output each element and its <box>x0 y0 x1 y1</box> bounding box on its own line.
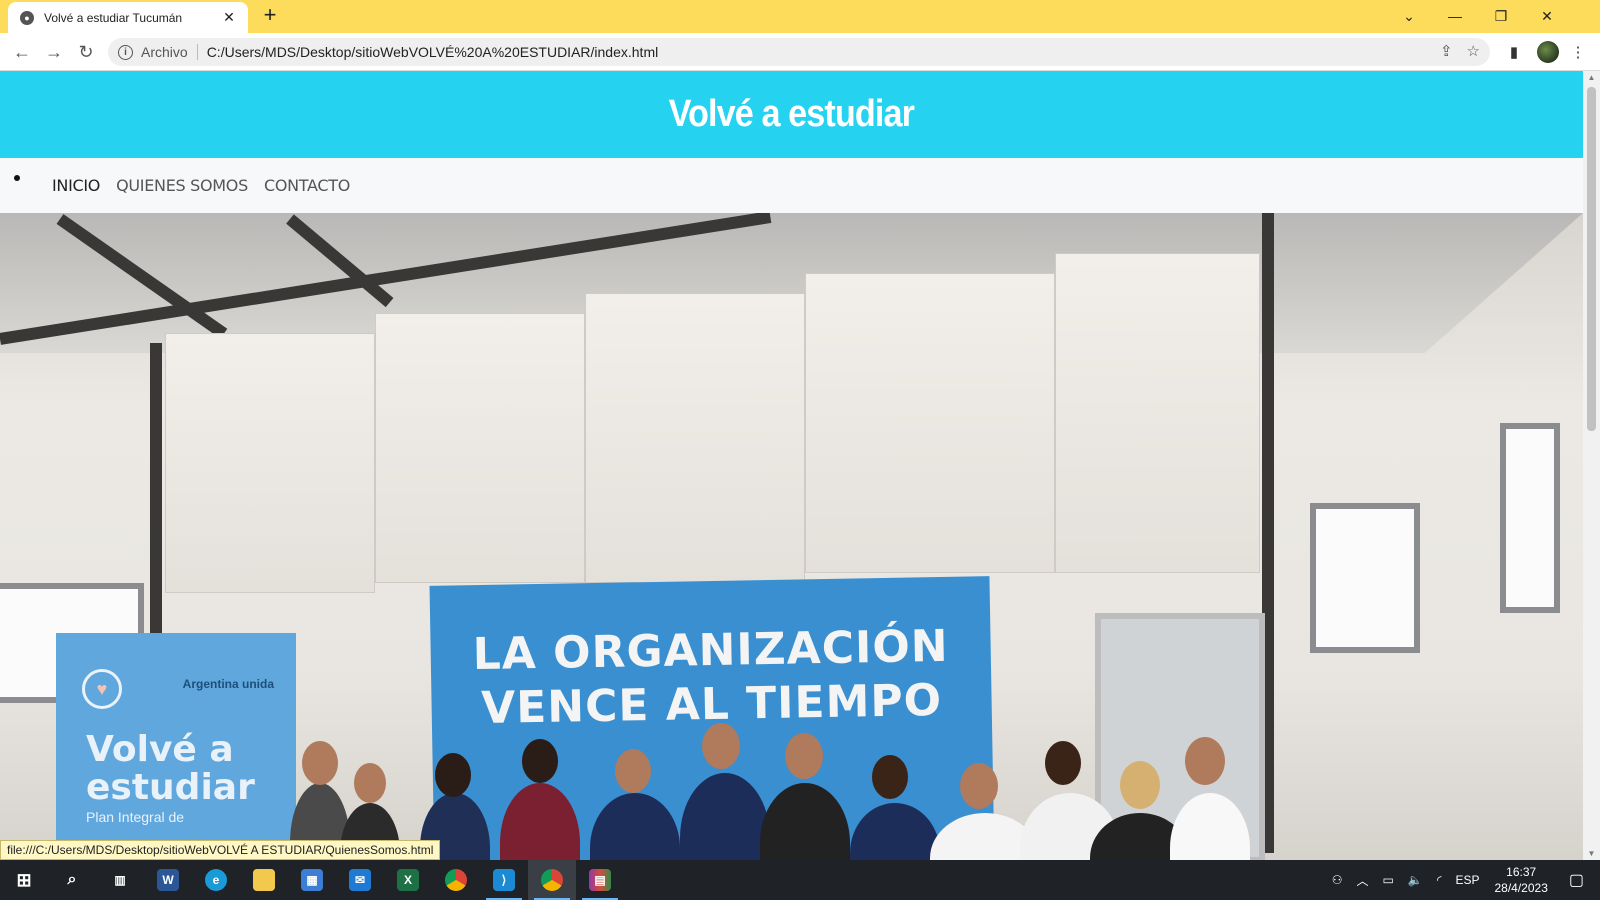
system-tray: ⚇ ︿ ▭ 🔈 ◜ ESP 16:37 28/4/2023 ▢ <box>1325 860 1600 900</box>
clock-date: 28/4/2023 <box>1494 881 1548 895</box>
taskbar-app-mail[interactable]: ✉ <box>336 860 384 900</box>
search-button[interactable]: ⌕ <box>48 860 96 900</box>
nav-link-inicio[interactable]: INICIO <box>52 176 100 195</box>
rollup-brand: Argentina unida <box>182 677 274 691</box>
hero-photo: LA ORGANIZACIÓN VENCE AL TIEMPO ♥ Argent… <box>0 213 1583 860</box>
store-icon: ▦ <box>301 869 323 891</box>
word-icon: W <box>157 869 179 891</box>
profile-avatar[interactable] <box>1536 40 1560 64</box>
rollup-title-line2: estudiar <box>86 767 255 808</box>
people-icon[interactable]: ⚇ <box>1332 873 1343 887</box>
volume-icon[interactable]: 🔈 <box>1408 873 1423 887</box>
minimize-button[interactable]: — <box>1432 0 1478 32</box>
photo-wall-panel <box>805 273 1055 573</box>
excel-icon: X <box>397 869 419 891</box>
side-panel-icon[interactable]: ▮ <box>1502 40 1526 64</box>
close-tab-icon[interactable]: ✕ <box>220 9 238 26</box>
url-separator <box>196 44 198 60</box>
rollup-subtitle: Plan Integral de <box>86 809 185 825</box>
notifications-icon[interactable]: ▢ <box>1569 870 1584 890</box>
restore-button[interactable]: ❐ <box>1478 0 1524 32</box>
windows-taskbar: ⊞ ⌕ ▥ W e ▦ ✉ X ⟩ ▤ ⚇ ︿ ▭ 🔈 ◜ ESP 16:37 … <box>0 860 1600 900</box>
task-view-button[interactable]: ▥ <box>96 860 144 900</box>
info-icon[interactable]: i <box>118 44 133 60</box>
photo-wall-panel <box>1055 253 1260 573</box>
search-icon: ⌕ <box>67 871 77 888</box>
photo-rollup-banner: ♥ Argentina unida Volvé a estudiar Plan … <box>56 633 296 860</box>
scroll-thumb[interactable] <box>1587 87 1596 431</box>
taskbar-app-chrome-profile[interactable] <box>528 860 576 900</box>
browser-titlebar: ● Volvé a estudiar Tucumán ✕ + ⌄ — ❐ ✕ <box>0 0 1600 33</box>
rollup-title-line1: Volvé a <box>86 729 234 770</box>
task-view-icon: ▥ <box>114 873 126 887</box>
site-nav: INICIO QUIENES SOMOS CONTACTO <box>0 158 1583 213</box>
share-icon[interactable]: ⇪ <box>1440 42 1453 60</box>
forward-button[interactable]: → <box>40 38 68 66</box>
taskbar-app-explorer[interactable] <box>240 860 288 900</box>
taskbar-app-excel[interactable]: X <box>384 860 432 900</box>
clock-time: 16:37 <box>1506 865 1537 879</box>
wifi-icon[interactable]: ◜ <box>1437 873 1442 887</box>
window-close-button[interactable]: ✕ <box>1524 0 1570 32</box>
photo-wall-panel <box>375 313 585 583</box>
clock[interactable]: 16:37 28/4/2023 <box>1494 864 1547 896</box>
page-viewport: Volvé a estudiar INICIO QUIENES SOMOS CO… <box>0 71 1583 860</box>
edge-icon: e <box>205 869 227 891</box>
bookmark-star-icon[interactable]: ☆ <box>1467 42 1480 60</box>
start-button[interactable]: ⊞ <box>0 860 48 900</box>
chrome-profile-icon <box>541 869 563 891</box>
windows-logo-icon: ⊞ <box>16 869 32 890</box>
site-title: Volvé a estudiar <box>668 93 915 135</box>
chrome-icon <box>445 869 467 891</box>
nav-link-contacto[interactable]: CONTACTO <box>264 176 350 195</box>
nav-link-quienes-somos[interactable]: QUIENES SOMOS <box>116 176 248 195</box>
battery-icon[interactable]: ▭ <box>1383 873 1394 887</box>
photo-wall-panel <box>165 333 375 593</box>
scroll-down-icon[interactable]: ▼ <box>1587 849 1596 858</box>
language-indicator[interactable]: ESP <box>1455 873 1479 887</box>
photo-window <box>1500 423 1560 613</box>
taskbar-app-word[interactable]: W <box>144 860 192 900</box>
url-text[interactable]: C:/Users/MDS/Desktop/sitioWebVOLVÉ%20A%2… <box>207 44 659 60</box>
mail-icon: ✉ <box>349 869 371 891</box>
banner-text-line1: LA ORGANIZACIÓN <box>472 620 950 681</box>
scroll-up-icon[interactable]: ▲ <box>1587 73 1596 82</box>
tab-search-icon[interactable]: ⌄ <box>1386 0 1432 32</box>
globe-icon: ● <box>20 10 34 25</box>
taskbar-app-winrar[interactable]: ▤ <box>576 860 624 900</box>
rollup-title: Volvé a estudiar <box>86 731 255 807</box>
winrar-icon: ▤ <box>589 869 611 891</box>
tab-title: Volvé a estudiar Tucumán <box>44 10 183 25</box>
photo-wall-panel <box>585 293 805 583</box>
site-header: Volvé a estudiar <box>0 71 1583 158</box>
heart-logo-icon: ♥ <box>82 669 122 709</box>
back-button[interactable]: ← <box>8 38 36 66</box>
address-bar[interactable]: i Archivo C:/Users/MDS/Desktop/sitioWebV… <box>108 38 1490 66</box>
page-scrollbar[interactable]: ▲ ▼ <box>1583 71 1600 860</box>
photo-column <box>150 343 162 663</box>
browser-tab[interactable]: ● Volvé a estudiar Tucumán ✕ <box>8 2 248 33</box>
taskbar-app-store[interactable]: ▦ <box>288 860 336 900</box>
menu-kebab-icon[interactable]: ⋮ <box>1566 40 1590 64</box>
status-bar-link: file:///C:/Users/MDS/Desktop/sitioWebVOL… <box>0 840 441 860</box>
folder-icon <box>253 869 275 891</box>
taskbar-app-vscode[interactable]: ⟩ <box>480 860 528 900</box>
chevron-up-icon[interactable]: ︿ <box>1357 872 1369 889</box>
taskbar-app-edge[interactable]: e <box>192 860 240 900</box>
vscode-icon: ⟩ <box>493 869 515 891</box>
url-scheme-label: Archivo <box>141 44 188 60</box>
taskbar-app-chrome[interactable] <box>432 860 480 900</box>
photo-window <box>1310 503 1420 653</box>
list-bullet <box>14 175 20 181</box>
browser-toolbar: ← → ↻ i Archivo C:/Users/MDS/Desktop/sit… <box>0 33 1600 71</box>
reload-button[interactable]: ↻ <box>72 38 100 66</box>
new-tab-button[interactable]: + <box>258 4 282 28</box>
